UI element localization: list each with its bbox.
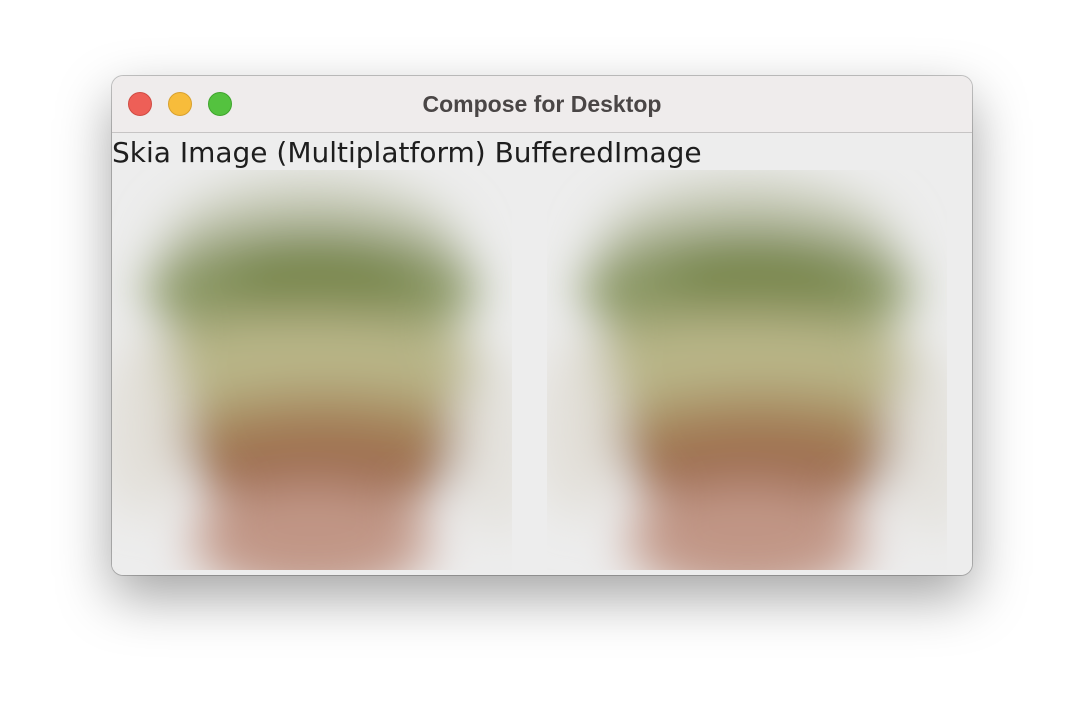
buffered-image-label: BufferedImage xyxy=(494,136,702,169)
skia-image xyxy=(112,170,512,570)
buffered-image xyxy=(547,170,947,570)
app-window: Compose for Desktop Skia Image (Multipla… xyxy=(112,76,972,575)
title-bar[interactable]: Compose for Desktop xyxy=(112,76,972,133)
window-title: Compose for Desktop xyxy=(422,91,662,117)
image-labels-row: Skia Image (Multiplatform) BufferedImage xyxy=(112,135,702,173)
skia-image-label: Skia Image (Multiplatform) xyxy=(112,136,495,169)
window-content: Skia Image (Multiplatform) BufferedImage xyxy=(112,133,972,575)
